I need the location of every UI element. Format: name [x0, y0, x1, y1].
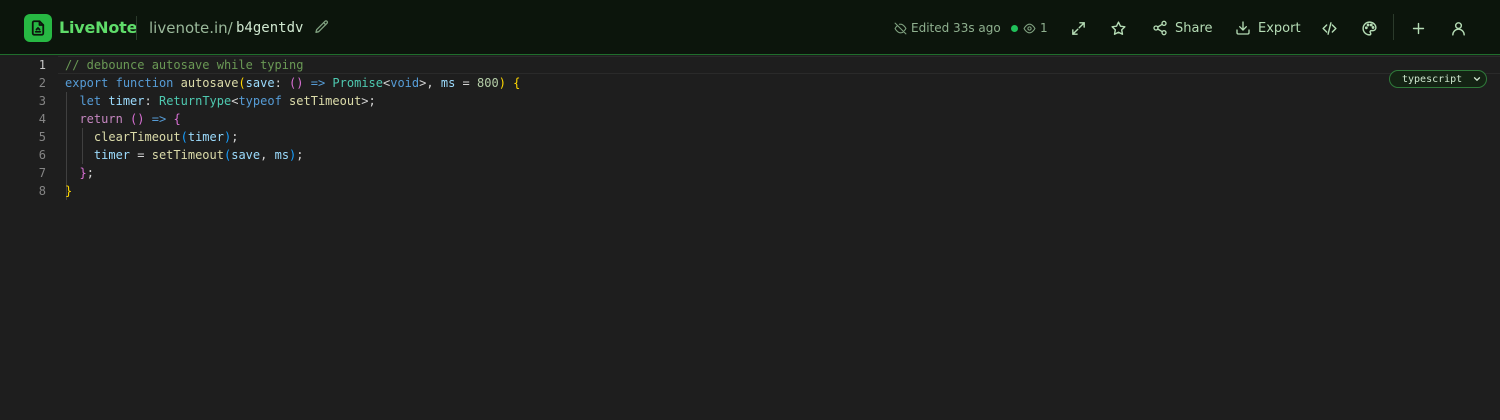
code-line: let timer: ReturnType<typeof setTimeout>… — [79, 94, 376, 108]
fullscreen-button[interactable] — [1067, 17, 1089, 39]
code-line: export function autosave(save: () => Pro… — [65, 76, 521, 90]
embed-button[interactable] — [1318, 17, 1340, 39]
expand-icon — [1071, 21, 1085, 35]
rename-button[interactable] — [314, 19, 330, 35]
top-bar: LiveNote livenote.in/ b4gentdv Edited 33… — [0, 0, 1500, 55]
line-number: 3 — [38, 94, 46, 108]
note-file-icon — [31, 20, 45, 36]
favorite-button[interactable] — [1107, 17, 1129, 39]
star-icon — [1110, 20, 1126, 35]
chevron-down-icon — [1473, 77, 1481, 81]
code-editor[interactable]: 1 2 3 4 5 6 7 8 // debounce autosave whi… — [0, 56, 1500, 420]
note-id[interactable]: b4gentdv — [236, 17, 303, 39]
logo[interactable] — [24, 14, 52, 42]
line-number: 7 — [38, 166, 46, 180]
url-domain: livenote.in/ — [149, 19, 233, 37]
plus-icon — [1412, 22, 1424, 34]
eye-icon — [1023, 23, 1036, 33]
pencil-icon — [315, 20, 329, 33]
language-value: typescript — [1402, 73, 1463, 85]
language-select[interactable]: typescript — [1389, 70, 1487, 88]
code-content[interactable]: // debounce autosave while typing export… — [65, 56, 520, 200]
code-line: return () => { — [79, 112, 181, 126]
share-button[interactable]: Share — [1152, 17, 1213, 39]
header-divider — [136, 16, 137, 40]
user-icon — [1451, 21, 1465, 36]
viewer-count: 1 — [1011, 19, 1048, 37]
edit-status: Edited 33s ago — [894, 19, 1001, 37]
line-number: 5 — [38, 130, 46, 144]
line-number: 6 — [38, 148, 46, 162]
online-indicator — [1011, 24, 1018, 32]
toolbar-divider — [1393, 14, 1394, 40]
share-label: Share — [1175, 20, 1213, 36]
export-label: Export — [1258, 20, 1301, 36]
line-number: 2 — [38, 76, 46, 90]
viewer-number: 1 — [1040, 21, 1048, 35]
code-line: }; — [79, 166, 94, 180]
new-note-button[interactable] — [1407, 17, 1429, 39]
share-icon — [1153, 20, 1167, 36]
code-line: } — [65, 184, 73, 198]
eye-off-icon — [894, 22, 907, 34]
line-number: 4 — [38, 112, 46, 126]
code-icon — [1321, 21, 1337, 35]
account-button[interactable] — [1447, 17, 1469, 39]
line-number: 8 — [38, 184, 46, 198]
line-number: 1 — [38, 58, 46, 72]
app-name: LiveNote — [59, 18, 138, 37]
theme-button[interactable] — [1358, 17, 1380, 39]
code-line: timer = setTimeout(save, ms); — [93, 148, 304, 162]
edited-time: Edited 33s ago — [911, 21, 1001, 35]
download-icon — [1236, 21, 1250, 35]
export-button[interactable]: Export — [1235, 17, 1301, 39]
code-line: clearTimeout(timer); — [93, 130, 239, 144]
code-line: // debounce autosave while typing — [65, 58, 304, 72]
palette-icon — [1361, 20, 1377, 36]
line-number-gutter: 1 2 3 4 5 6 7 8 — [0, 56, 46, 200]
